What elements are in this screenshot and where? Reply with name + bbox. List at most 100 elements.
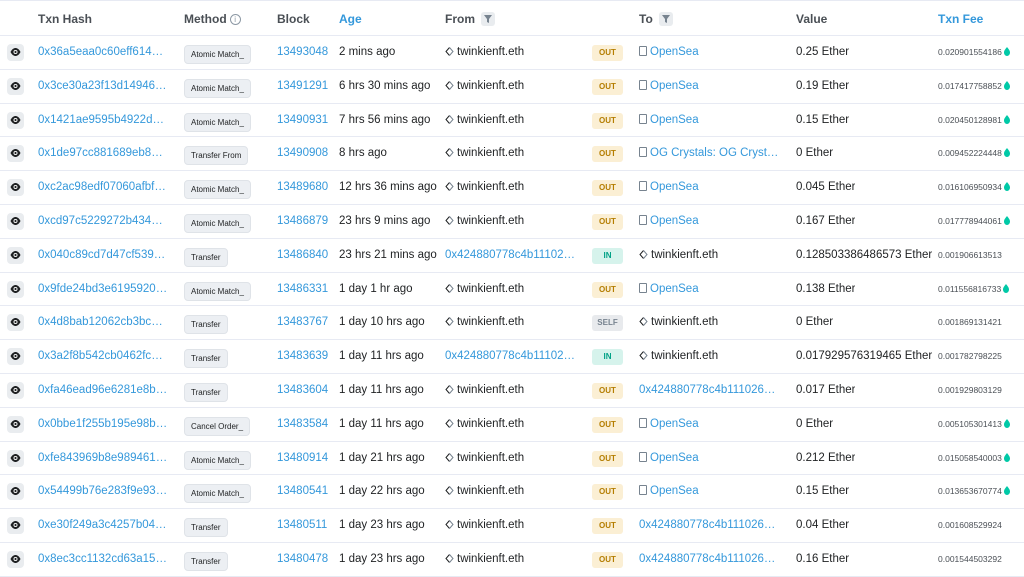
block-link[interactable]: 13486879	[277, 205, 328, 238]
to-contract-link[interactable]: OpenSea	[639, 205, 781, 238]
filter-icon[interactable]	[481, 12, 495, 26]
txn-hash-link[interactable]: 0xfe843969b8e9894610…	[38, 442, 168, 475]
eye-icon[interactable]	[7, 145, 24, 163]
block-link[interactable]: 13486331	[277, 273, 328, 306]
eye-icon[interactable]	[7, 415, 24, 433]
direction-badge: OUT	[592, 214, 623, 230]
contract-icon	[639, 147, 647, 158]
header-txn-fee-toggle[interactable]: Txn Fee	[938, 1, 983, 37]
from-label: twinkienft.eth	[457, 79, 525, 92]
to-address-link[interactable]: 0x424880778c4b111026…	[639, 509, 781, 542]
table-row: 0x0bbe1f255b195e98bb… Cancel Order_ 134835…	[0, 408, 1024, 442]
eye-icon[interactable]	[7, 551, 24, 568]
method-badge: Transfer From	[184, 146, 249, 166]
to-contract-link[interactable]: OpenSea	[639, 408, 781, 441]
block-link[interactable]: 13489680	[277, 171, 328, 204]
eye-icon[interactable]	[7, 517, 24, 535]
to-contract-link[interactable]: OpenSea	[639, 70, 781, 103]
eye-icon[interactable]	[7, 44, 24, 61]
ens-node-icon	[445, 554, 454, 563]
value-text: 0.25 Ether	[796, 46, 850, 58]
gas-icon	[1003, 148, 1010, 158]
eye-icon[interactable]	[7, 314, 24, 332]
to-contract-link[interactable]: OpenSea	[639, 273, 781, 306]
from-address[interactable]: 0x424880778c4b111026…	[445, 239, 580, 272]
direction-badge: OUT	[592, 416, 623, 433]
from-address[interactable]: 0x424880778c4b111026…	[445, 340, 580, 373]
txn-hash-link[interactable]: 0x9fde24bd3e61959209…	[38, 273, 168, 306]
block-link[interactable]: 13483584	[277, 408, 328, 441]
block-link[interactable]: 13490908	[277, 137, 328, 170]
eye-icon[interactable]	[7, 213, 24, 230]
txn-fee-value: 0.017778944061	[938, 216, 1002, 226]
block-link[interactable]: 13486840	[277, 239, 328, 272]
txn-hash-link[interactable]: 0x54499b76e283f9e939…	[38, 475, 168, 508]
txn-fee-value: 0.001929803129	[938, 385, 1002, 395]
block-link[interactable]: 13480541	[277, 475, 328, 508]
txn-hash-link[interactable]: 0x0bbe1f255b195e98bb…	[38, 408, 168, 441]
txn-hash-link[interactable]: 0xcd97c5229272b43462…	[38, 205, 168, 238]
txn-hash-link[interactable]: 0x1de97cc881689eb89d…	[38, 137, 168, 170]
txn-hash-link[interactable]: 0x8ec3cc1132cd63a152…	[38, 543, 168, 576]
header-method: Method i	[184, 1, 241, 37]
block-link[interactable]: 13480478	[277, 543, 328, 576]
to-label: twinkienft.eth	[651, 248, 719, 261]
direction-badge: OUT	[592, 552, 623, 568]
to-contract-link[interactable]: OpenSea	[639, 104, 781, 137]
value-text: 0.19 Ether	[796, 79, 850, 92]
eye-icon[interactable]	[7, 179, 24, 197]
txn-fee-value: 0.005105301413	[938, 418, 1002, 429]
to-address-link[interactable]: 0x424880778c4b111026…	[639, 374, 781, 407]
eye-icon[interactable]	[7, 348, 24, 366]
method-badge: Transfer	[184, 383, 228, 402]
txn-fee-value: 0.001608529924	[938, 520, 1002, 531]
from-address: twinkienft.eth	[445, 205, 580, 238]
method-badge: Atomic Match_	[184, 450, 251, 470]
table-row: 0xcd97c5229272b43462… Atomic Match_ 134868…	[0, 205, 1024, 239]
txn-hash-link[interactable]: 0x4d8bab12062cb3bc52…	[38, 306, 168, 339]
block-link[interactable]: 13493048	[277, 36, 328, 69]
txn-hash-link[interactable]: 0x36a5eaa0c60eff61456…	[38, 36, 168, 69]
from-address: twinkienft.eth	[445, 408, 580, 441]
block-link[interactable]: 13480914	[277, 442, 328, 475]
header-age-toggle[interactable]: Age	[339, 1, 362, 37]
eye-icon[interactable]	[7, 246, 24, 264]
from-address: twinkienft.eth	[445, 509, 580, 542]
from-address: twinkienft.eth	[445, 543, 580, 576]
to-contract-link[interactable]: OG Crystals: OG Crystal…	[639, 137, 781, 170]
eye-icon[interactable]	[7, 111, 24, 129]
block-link[interactable]: 13480511	[277, 509, 327, 542]
value-text: 0.017929576319465 Ether	[796, 350, 933, 363]
eye-icon[interactable]	[7, 280, 24, 298]
block-link[interactable]: 13483639	[277, 340, 328, 373]
txn-hash-link[interactable]: 0xe30f249a3c4257b04c…	[38, 509, 168, 542]
to-contract-link[interactable]: OpenSea	[639, 442, 781, 475]
to-contract-link[interactable]: OpenSea	[639, 171, 781, 204]
txn-hash-link[interactable]: 0x3a2f8b542cb0462fc23…	[38, 340, 168, 373]
ens-node-icon	[445, 216, 454, 225]
txn-fee-text: 0.005105301413	[938, 408, 1010, 441]
contract-icon	[639, 79, 647, 90]
header-method-label: Method	[184, 12, 227, 26]
value-text: 0.017 Ether	[796, 384, 856, 396]
block-link[interactable]: 13490931	[277, 104, 328, 137]
eye-icon[interactable]	[7, 77, 24, 95]
block-link[interactable]: 13491291	[277, 70, 328, 103]
eye-icon[interactable]	[7, 449, 24, 467]
to-address-link[interactable]: 0x424880778c4b111026…	[639, 543, 781, 576]
txn-hash-link[interactable]: 0x1421ae9595b4922d83…	[38, 104, 168, 137]
block-link[interactable]: 13483604	[277, 374, 328, 407]
info-icon[interactable]: i	[229, 14, 241, 25]
txn-hash-link[interactable]: 0x040c89cd7d47cf53967…	[38, 239, 168, 272]
to-contract-link[interactable]: OpenSea	[639, 475, 781, 508]
eye-icon[interactable]	[7, 483, 24, 501]
to-contract-link[interactable]: OpenSea	[639, 36, 781, 69]
txn-fee-text: 0.001544503292	[938, 543, 1002, 576]
from-label: twinkienft.eth	[457, 282, 525, 295]
filter-icon[interactable]	[658, 12, 673, 26]
txn-hash-link[interactable]: 0xfa46ead96e6281e8be…	[38, 374, 168, 407]
txn-hash-link[interactable]: 0x3ce30a23f13d149465…	[38, 70, 168, 103]
txn-hash-link[interactable]: 0xc2ac98edf07060afbf8…	[38, 171, 168, 204]
eye-icon[interactable]	[7, 382, 24, 399]
block-link[interactable]: 13483767	[277, 306, 328, 339]
